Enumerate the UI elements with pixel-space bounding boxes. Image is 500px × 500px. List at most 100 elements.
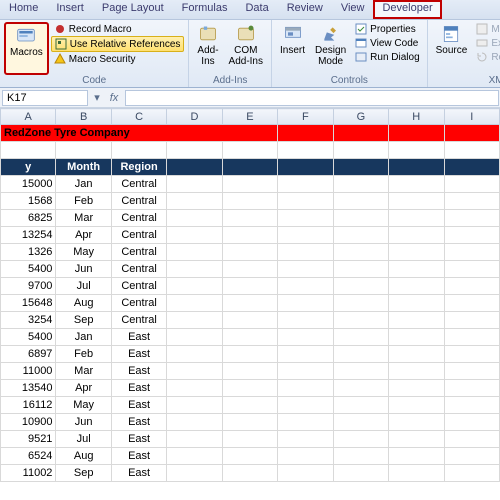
cell[interactable] [222,227,277,244]
cell[interactable] [389,431,444,448]
value-cell[interactable]: 1568 [1,193,56,210]
region-cell[interactable]: Central [111,176,166,193]
region-cell[interactable]: Central [111,244,166,261]
column-header-B[interactable]: B [56,109,111,125]
cell[interactable] [222,278,277,295]
cell[interactable] [444,210,500,227]
macro-security-button[interactable]: Macro Security [51,52,185,66]
cell[interactable] [222,244,277,261]
worksheet-grid[interactable]: ABCDEFGHI RedZone Tyre CompanyyMonthRegi… [0,108,500,482]
tab-review[interactable]: Review [278,0,332,19]
value-cell[interactable]: 6897 [1,346,56,363]
cell[interactable] [278,176,333,193]
cell[interactable] [278,465,333,482]
cell[interactable] [167,176,222,193]
cell[interactable] [333,142,388,159]
cell[interactable] [389,363,444,380]
view-code-button[interactable]: View Code [352,36,422,50]
month-cell[interactable]: Jan [56,329,111,346]
cell[interactable] [222,176,277,193]
cell[interactable] [333,159,388,176]
cell[interactable] [444,329,500,346]
column-header-G[interactable]: G [333,109,388,125]
macros-button[interactable]: Macros [4,22,49,75]
month-cell[interactable]: Mar [56,210,111,227]
addins-button[interactable]: Add-Ins [193,22,222,75]
month-cell[interactable]: Jun [56,261,111,278]
cell[interactable] [167,448,222,465]
cell[interactable] [389,346,444,363]
cell[interactable] [444,363,500,380]
tab-insert[interactable]: Insert [47,0,93,19]
cell[interactable] [278,278,333,295]
column-header-F[interactable]: F [278,109,333,125]
cell[interactable] [167,431,222,448]
cell[interactable] [444,176,500,193]
tab-page-layout[interactable]: Page Layout [93,0,173,19]
value-cell[interactable]: 15648 [1,295,56,312]
cell[interactable] [333,210,388,227]
cell[interactable] [389,261,444,278]
design-mode-button[interactable]: Design Mode [311,22,350,75]
cell[interactable] [333,193,388,210]
region-cell[interactable]: Central [111,295,166,312]
cell[interactable] [222,210,277,227]
cell[interactable] [389,295,444,312]
value-cell[interactable]: 10900 [1,414,56,431]
cell[interactable] [444,414,500,431]
value-cell[interactable]: 13254 [1,227,56,244]
month-cell[interactable]: Feb [56,193,111,210]
cell[interactable] [444,227,500,244]
cell[interactable] [333,227,388,244]
column-header-E[interactable]: E [222,109,277,125]
tab-data[interactable]: Data [236,0,277,19]
cell[interactable] [222,397,277,414]
cell[interactable] [389,227,444,244]
cell[interactable] [222,261,277,278]
cell[interactable] [278,329,333,346]
cell[interactable] [444,125,500,142]
table-header[interactable]: Region [111,159,166,176]
cell[interactable] [278,448,333,465]
tab-formulas[interactable]: Formulas [173,0,237,19]
cell[interactable] [222,329,277,346]
cell[interactable] [389,159,444,176]
cell[interactable] [56,142,111,159]
cell[interactable] [278,125,333,142]
cell[interactable] [389,244,444,261]
region-cell[interactable]: East [111,346,166,363]
value-cell[interactable]: 5400 [1,261,56,278]
record-macro-button[interactable]: Record Macro [51,22,185,36]
cell[interactable] [333,278,388,295]
com-addins-button[interactable]: COM Add-Ins [225,22,267,75]
cell[interactable] [222,159,277,176]
cell[interactable] [444,159,500,176]
cell[interactable] [444,448,500,465]
cell[interactable] [222,414,277,431]
cell[interactable] [444,295,500,312]
value-cell[interactable]: 11000 [1,363,56,380]
cell[interactable] [278,142,333,159]
month-cell[interactable]: Mar [56,363,111,380]
cell[interactable] [444,397,500,414]
cell[interactable] [333,244,388,261]
cell[interactable] [333,448,388,465]
cell[interactable] [222,431,277,448]
cell[interactable] [167,227,222,244]
formula-input[interactable] [125,90,499,106]
region-cell[interactable]: East [111,380,166,397]
cell[interactable] [278,363,333,380]
cell[interactable] [222,465,277,482]
region-cell[interactable]: Central [111,210,166,227]
cell[interactable] [167,346,222,363]
value-cell[interactable]: 9700 [1,278,56,295]
month-cell[interactable]: Jul [56,431,111,448]
cell[interactable] [333,329,388,346]
cell[interactable] [222,380,277,397]
source-button[interactable]: Source [432,22,472,75]
tab-home[interactable]: Home [0,0,47,19]
cell[interactable] [389,465,444,482]
cell[interactable] [167,244,222,261]
cell[interactable] [389,380,444,397]
value-cell[interactable]: 13540 [1,380,56,397]
